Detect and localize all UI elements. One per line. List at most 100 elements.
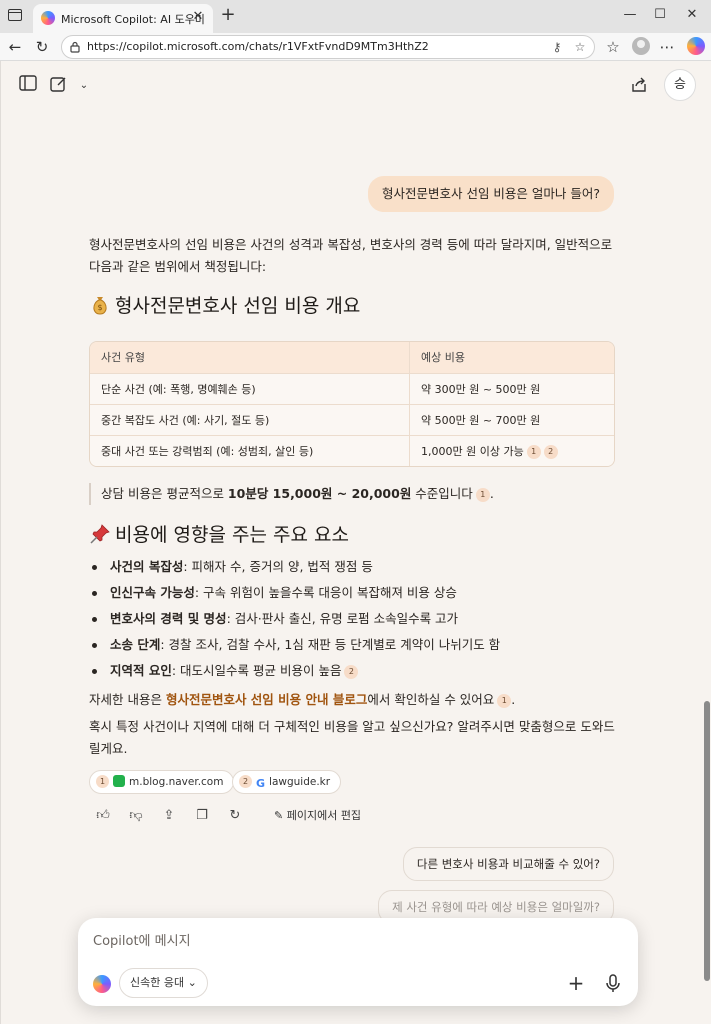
pencil-icon: ✎ [274,809,287,822]
profile-button[interactable]: 승 [664,69,696,101]
response-intro: 형사전문변호사의 선임 비용은 사건의 성격과 복잡성, 변호사의 경력 등에 … [89,237,613,274]
source-number: 1 [96,775,109,788]
list-item-text: : 구속 위험이 높을수록 대응이 복잡해져 비용 상승 [194,585,457,600]
lock-icon [70,41,80,53]
cost-factor-list: 사건의 복잡성: 피해자 수, 증거의 양, 법적 쟁점 등 인신구속 가능성:… [89,554,629,684]
back-arrow-icon[interactable]: ← [4,36,26,58]
table-header-case-type: 사건 유형 [90,342,410,373]
tab-actions-icon[interactable] [8,9,22,21]
consultation-fee-quote: 상담 비용은 평균적으로 10분당 15,000원 ~ 20,000원 수준입니… [89,483,494,505]
list-item: 소송 단계: 경찰 조사, 검찰 수사, 1심 재판 등 단계별로 계약이 나뉘… [89,632,629,658]
details-prefix: 자세한 내용은 [89,692,166,707]
copilot-sidebar-icon[interactable] [687,37,705,55]
quote-bold: 10분당 15,000원 ~ 20,000원 [227,486,412,501]
source-label: lawguide.kr [269,776,331,788]
user-message-bubble: 형사전문변호사 선임 비용은 얼마나 들어? [367,176,614,212]
tab-title: Microsoft Copilot: AI 도우미 [61,13,205,26]
heading-cost-factors-text: 비용에 영향을 주는 주요 요소 [115,524,349,546]
list-item: 사건의 복잡성: 피해자 수, 증거의 양, 법적 쟁점 등 [89,554,629,580]
edit-in-page-label: 페이지에서 편집 [286,809,362,822]
citation-badge[interactable]: 2 [344,665,359,679]
browser-tab-bar: Microsoft Copilot: AI 도우미 ✕ + — ☐ ✕ [0,0,711,33]
cost-table: 사건 유형 예상 비용 단순 사건 (예: 폭행, 명예훼손 등) 약 300만… [89,341,615,467]
pushpin-icon [89,523,111,545]
list-item-title: 소송 단계 [110,637,161,652]
thumbs-down-icon[interactable]: 👎︎ [126,806,146,826]
list-item-title: 사건의 복잡성 [110,559,184,574]
table-row: 중간 복잡도 사건 (예: 사기, 절도 등) 약 500만 원 ~ 700만 … [90,404,614,435]
naver-blog-icon [113,775,125,787]
favorites-list-icon[interactable]: ☆ [602,36,624,58]
copilot-page: ⌄ 승 형사전문변호사 선임 비용은 얼마나 들어? 형사전문변호사의 선임 비… [0,61,711,1024]
citation-badge[interactable]: 1 [497,694,512,708]
table-row: 중대 사건 또는 강력범죄 (예: 성범죄, 살인 등) 1,000만 원 이상… [90,435,614,466]
refresh-icon[interactable]: ↻ [31,36,53,58]
url-bar[interactable]: https://copilot.microsoft.com/chats/r1VF… [61,35,595,59]
table-cell-text: 1,000만 원 이상 가능 [421,445,524,458]
svg-text:$: $ [97,303,102,312]
message-input[interactable]: Copilot에 메시지 [93,930,191,949]
list-item: 변호사의 경력 및 명성: 검사·판사 출신, 유명 로펌 소속일수록 고가 [89,606,629,632]
quote-suffix: 수준입니다 [411,486,473,501]
closing-paragraph: 혹시 특정 사건이나 지역에 대해 더 구체적인 비용을 알고 싶으신가요? 알… [89,719,615,756]
new-chat-icon[interactable] [48,75,70,97]
copilot-favicon-icon [41,11,55,25]
share-response-icon[interactable]: ⇪ [159,806,179,826]
add-attachment-icon[interactable]: + [565,972,587,994]
browser-tab[interactable]: Microsoft Copilot: AI 도우미 ✕ [33,4,213,33]
source-label: m.blog.naver.com [129,776,224,788]
response-mode-label: 신속한 응대 [130,976,185,989]
details-paragraph: 자세한 내용은 형사전문변호사 선임 비용 안내 블로그에서 확인하실 수 있어… [89,692,516,708]
list-item: 지역적 요인: 대도시일수록 평균 비용이 높음 2 [89,658,629,684]
url-text: https://copilot.microsoft.com/chats/r1VF… [87,40,429,53]
table-cell: 약 300만 원 ~ 500만 원 [421,383,541,396]
favorite-star-icon[interactable]: ☆ [571,38,589,56]
sidebar-toggle-icon[interactable] [17,75,39,97]
list-item-text: : 검사·판사 출신, 유명 로펌 소속일수록 고가 [226,611,459,626]
copy-icon[interactable]: ❐ [192,806,212,826]
list-item-text: : 경찰 조사, 검찰 수사, 1심 재판 등 단계별로 계약이 나뉘기도 함 [160,637,501,652]
source-chip-lawguide[interactable]: 2 Glawguide.kr [232,770,342,794]
citation-badge[interactable]: 1 [526,445,541,459]
address-toolbar: ← ↻ https://copilot.microsoft.com/chats/… [0,33,711,61]
more-menu-icon[interactable]: ⋯ [656,36,678,58]
scrollbar[interactable] [704,701,710,981]
source-chip-naver[interactable]: 1 m.blog.naver.com [89,770,235,794]
copilot-logo-icon [93,975,111,993]
table-cell: 중간 복잡도 사건 (예: 사기, 절도 등) [90,405,410,435]
list-item: 인신구속 가능성: 구속 위험이 높을수록 대응이 복잡해져 비용 상승 [89,580,629,606]
key-icon[interactable]: ⚷ [548,38,566,56]
close-tab-icon[interactable]: ✕ [189,8,207,26]
edit-in-page-button[interactable]: ✎ 페이지에서 편집 [274,806,361,826]
table-cell: 1,000만 원 이상 가능 1 2 [410,436,614,466]
chevron-down-icon[interactable]: ⌄ [73,75,95,97]
new-tab-icon[interactable]: + [218,5,238,25]
suggestion-chip[interactable]: 다른 변호사 비용과 비교해줄 수 있어? [402,847,614,881]
table-row: 단순 사건 (예: 폭행, 명예훼손 등) 약 300만 원 ~ 500만 원 [90,373,614,404]
profile-avatar-icon[interactable] [632,37,650,55]
table-cell: 약 500만 원 ~ 700만 원 [421,414,541,427]
google-g-icon: G [256,777,266,790]
minimize-icon[interactable]: — [615,3,645,27]
message-composer: Copilot에 메시지 신속한 응대 ⌄ + [78,918,638,1006]
regenerate-icon[interactable]: ↻ [225,806,245,826]
list-item-title: 변호사의 경력 및 명성 [110,611,227,626]
list-item-title: 인신구속 가능성 [110,585,195,600]
money-bag-icon: $ [89,294,111,316]
list-item-text: : 피해자 수, 증거의 양, 법적 쟁점 등 [183,559,373,574]
source-number: 2 [239,775,252,788]
citation-badge[interactable]: 2 [543,445,558,459]
table-header-row: 사건 유형 예상 비용 [90,342,614,373]
heading-cost-factors: 비용에 영향을 주는 주요 요소 [89,522,349,548]
table-cell: 중대 사건 또는 강력범죄 (예: 성범죄, 살인 등) [90,436,410,466]
window-close-icon[interactable]: ✕ [677,3,707,27]
citation-badge[interactable]: 1 [475,488,490,502]
microphone-icon[interactable] [602,972,624,994]
response-mode-dropdown[interactable]: 신속한 응대 ⌄ [119,968,208,998]
table-header-expected-cost: 예상 비용 [421,351,465,364]
share-icon[interactable] [629,75,651,97]
blog-link[interactable]: 형사전문변호사 선임 비용 안내 블로그 [166,692,367,707]
thumbs-up-icon[interactable]: 👍︎ [93,806,113,826]
maximize-icon[interactable]: ☐ [645,3,675,27]
quote-prefix: 상담 비용은 평균적으로 [101,486,228,501]
